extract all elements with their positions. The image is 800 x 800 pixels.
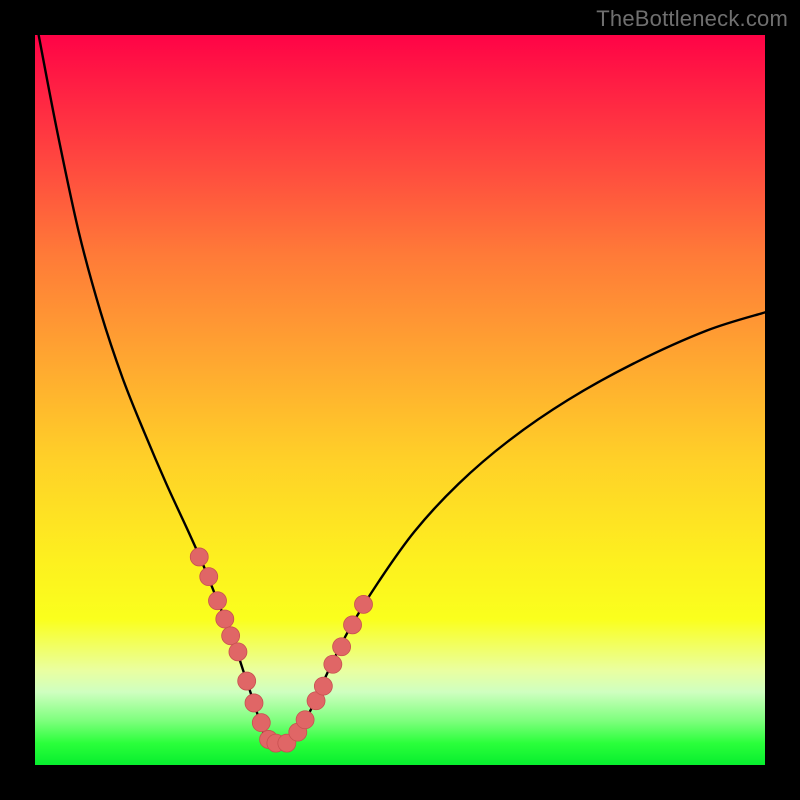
marker-dot	[324, 655, 342, 673]
highlighted-points	[190, 548, 372, 752]
marker-dot	[245, 694, 263, 712]
marker-dot	[238, 672, 256, 690]
bottleneck-curve	[39, 35, 765, 744]
marker-dot	[200, 568, 218, 586]
marker-dot	[355, 595, 373, 613]
marker-dot	[296, 711, 314, 729]
marker-dot	[190, 548, 208, 566]
chart-svg	[35, 35, 765, 765]
chart-stage: TheBottleneck.com	[0, 0, 800, 800]
watermark-text: TheBottleneck.com	[596, 6, 788, 32]
marker-dot	[209, 592, 227, 610]
marker-dot	[222, 627, 240, 645]
marker-dot	[333, 638, 351, 656]
marker-dot	[216, 610, 234, 628]
marker-dot	[344, 616, 362, 634]
marker-dot	[314, 677, 332, 695]
marker-dot	[252, 714, 270, 732]
marker-dot	[229, 643, 247, 661]
plot-area	[35, 35, 765, 765]
